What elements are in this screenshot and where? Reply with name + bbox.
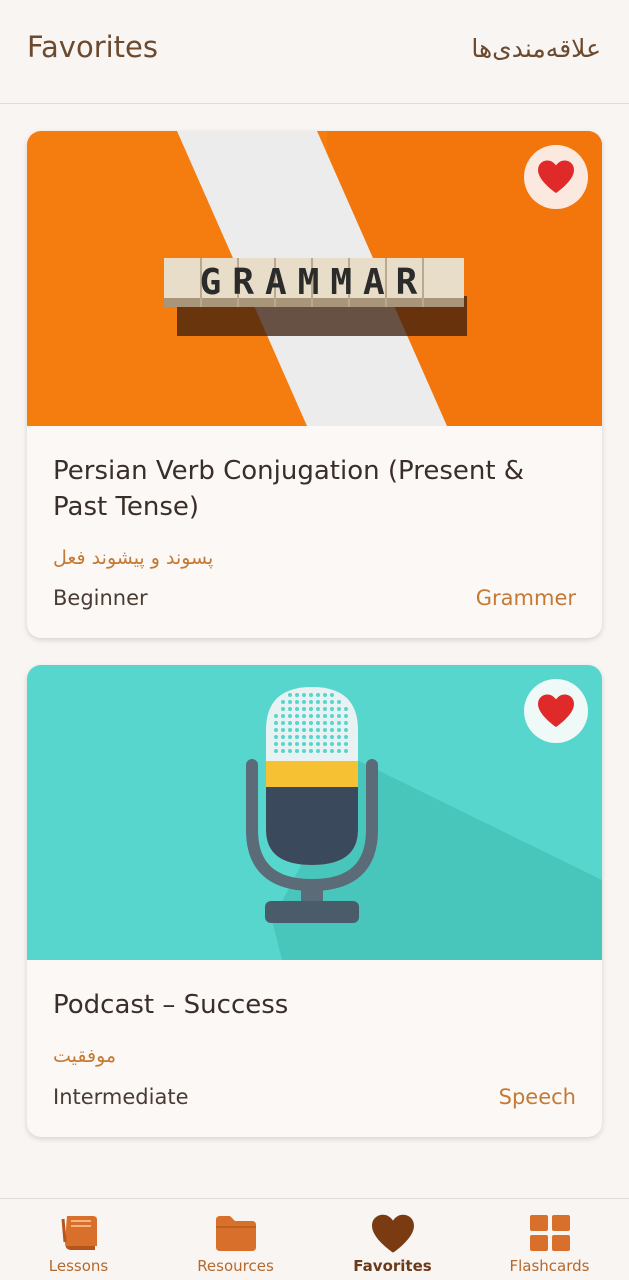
heart-icon (369, 1213, 417, 1259)
grammar-illustration: GRAMMAR (27, 131, 602, 426)
page-title-persian: علاقه‌مندی‌ها (471, 34, 601, 63)
card-subtitle-persian: موفقیت (53, 1045, 117, 1067)
card-image-podcast (27, 665, 602, 960)
favorite-card[interactable]: Podcast – Success موفقیت Intermediate Sp… (27, 665, 602, 1137)
card-image-grammar: GRAMMAR (27, 131, 602, 426)
folder-icon (213, 1213, 259, 1257)
card-title: Persian Verb Conjugation (Present & Past… (53, 456, 525, 522)
nav-label: Favorites (353, 1257, 432, 1275)
nav-item-flashcards[interactable]: Flashcards (471, 1199, 628, 1280)
grammar-blocks-text: GRAMMAR (200, 262, 429, 303)
nav-item-resources[interactable]: Resources (157, 1199, 314, 1280)
microphone-illustration (27, 665, 602, 960)
heart-icon (538, 694, 574, 727)
bottom-navigation: Lessons Resources Favorites Flashcards (0, 1198, 629, 1280)
category-label: Speech (498, 1085, 576, 1109)
category-label: Grammer (475, 586, 576, 610)
card-title: Podcast – Success (53, 990, 289, 1020)
heart-icon (538, 160, 574, 193)
nav-label: Flashcards (509, 1257, 590, 1275)
nav-label: Resources (197, 1257, 274, 1275)
nav-label: Lessons (48, 1257, 109, 1275)
favorite-toggle[interactable] (524, 145, 588, 209)
book-icon (57, 1213, 101, 1257)
grid-icon (528, 1213, 572, 1257)
page-title: Favorites (27, 30, 158, 64)
app-header: Favorites علاقه‌مندی‌ها (0, 0, 629, 104)
nav-item-lessons[interactable]: Lessons (0, 1199, 157, 1280)
level-label: Intermediate (53, 1085, 189, 1109)
nav-item-favorites[interactable]: Favorites (314, 1199, 471, 1280)
level-label: Beginner (53, 586, 148, 610)
favorite-card[interactable]: GRAMMAR Persian Verb Conjugation (Presen… (27, 131, 602, 638)
favorite-toggle[interactable] (524, 679, 588, 743)
card-subtitle-persian: پسوند و پیشوند فعل (53, 547, 214, 569)
